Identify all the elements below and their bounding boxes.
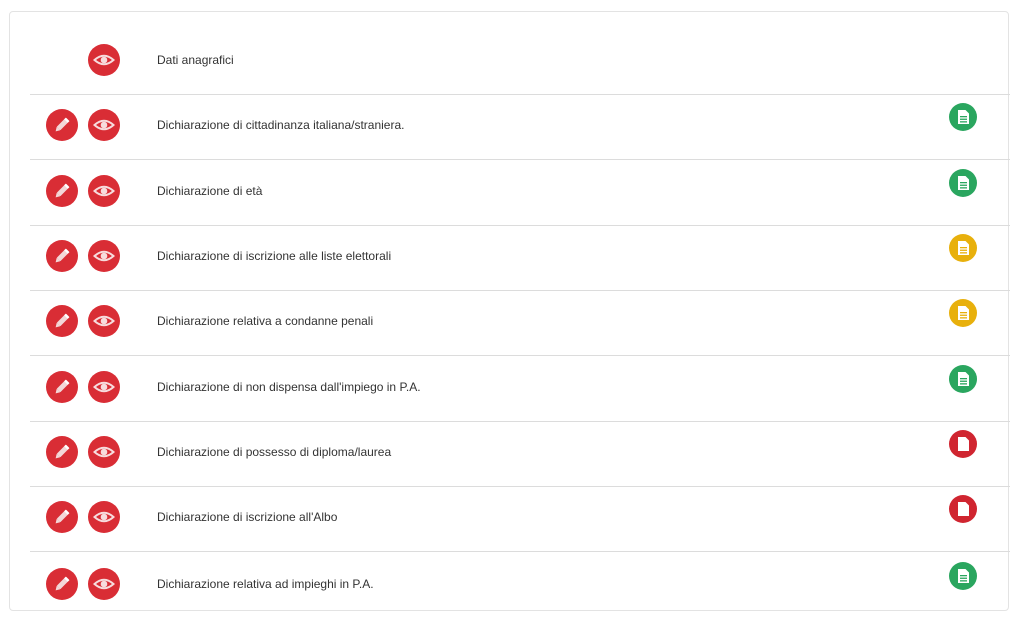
status-badge-missing[interactable] xyxy=(949,495,977,523)
status-badge-complete[interactable] xyxy=(949,365,977,393)
declaration-label: Dichiarazione di possesso di diploma/lau… xyxy=(157,445,392,459)
edit-button[interactable] xyxy=(46,305,78,337)
declaration-label: Dichiarazione relativa ad impieghi in P.… xyxy=(157,576,374,591)
view-button[interactable] xyxy=(88,371,120,403)
declaration-row: Dati anagrafici xyxy=(30,30,1010,95)
declaration-row: Dichiarazione di non dispensa dall'impie… xyxy=(30,357,1010,422)
view-button[interactable] xyxy=(88,305,120,337)
declaration-row: Dichiarazione di iscrizione alle liste e… xyxy=(30,226,1010,291)
declaration-row: Dichiarazione di età xyxy=(30,161,1010,226)
edit-button[interactable] xyxy=(46,240,78,272)
declaration-row: Dichiarazione di iscrizione all'Albo xyxy=(30,487,1010,552)
status-badge-partial[interactable] xyxy=(949,234,977,262)
view-button[interactable] xyxy=(88,175,120,207)
declaration-label: Dichiarazione di età xyxy=(157,184,263,198)
status-badge-missing[interactable] xyxy=(949,430,977,458)
edit-button[interactable] xyxy=(46,567,78,600)
declaration-label: Dichiarazione di iscrizione all'Albo xyxy=(157,510,338,524)
declaration-label: Dichiarazione relativa a condanne penali xyxy=(157,314,374,328)
view-button[interactable] xyxy=(88,109,120,141)
declaration-row: Dichiarazione relativa a condanne penali xyxy=(30,291,1010,356)
status-badge-complete[interactable] xyxy=(949,169,977,197)
edit-button[interactable] xyxy=(46,371,78,403)
view-button[interactable] xyxy=(88,501,120,533)
declaration-row: Dichiarazione relativa ad impieghi in P.… xyxy=(30,553,1010,618)
status-badge-partial[interactable] xyxy=(949,299,977,327)
view-button[interactable] xyxy=(88,44,120,76)
edit-button[interactable] xyxy=(46,175,78,207)
view-button[interactable] xyxy=(88,436,120,468)
view-button[interactable] xyxy=(88,240,120,272)
declaration-label: Dichiarazione di non dispensa dall'impie… xyxy=(157,380,421,394)
declaration-row: Dichiarazione di cittadinanza italiana/s… xyxy=(30,95,1010,160)
edit-button[interactable] xyxy=(46,436,78,468)
status-badge-complete[interactable] xyxy=(949,103,977,131)
declaration-label: Dichiarazione di cittadinanza italiana/s… xyxy=(157,118,405,132)
status-badge-complete[interactable] xyxy=(949,561,977,590)
view-button[interactable] xyxy=(88,567,120,600)
edit-button[interactable] xyxy=(46,501,78,533)
declaration-label: Dichiarazione di iscrizione alle liste e… xyxy=(157,249,392,263)
declaration-label: Dati anagrafici xyxy=(157,53,234,67)
edit-button[interactable] xyxy=(46,109,78,141)
declarations-panel: Dati anagrafici Dichiarazione di cittadin… xyxy=(9,11,1010,611)
declaration-row: Dichiarazione di possesso di diploma/lau… xyxy=(30,422,1010,487)
